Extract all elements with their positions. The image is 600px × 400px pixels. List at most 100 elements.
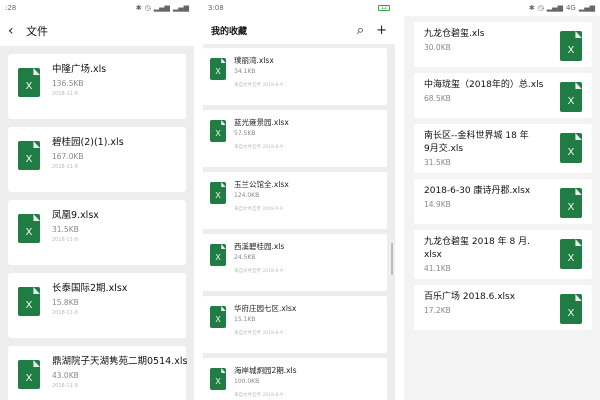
status-time: 3:08 xyxy=(208,4,224,12)
favorite-item[interactable]: X 璞丽湾.xlsx 34.1KB 来自文件互传 2018-6-9 xyxy=(203,48,387,105)
file-list-item[interactable]: 九龙仓碧玺.xls 30.0KB X xyxy=(414,22,592,67)
file-source: 来自文件互传 xyxy=(234,207,261,212)
file-list-item[interactable]: X 中隆广场.xls 136.5KB 2018-11-8 xyxy=(8,54,186,119)
file-info: 九龙仓碧玺 2018 年 8 月. xlsx 41.1KB xyxy=(424,236,530,273)
signal-icon: ▂▄▆ xyxy=(546,4,563,12)
title-bar: ‹ 文件 xyxy=(0,16,194,46)
file-list-item[interactable]: X 碧桂园(2)(1).xls 167.0KB 2018-11-8 xyxy=(8,127,186,192)
file-info: 长泰国际2期.xlsx 15.8KB 2018-11-8 xyxy=(52,280,127,316)
excel-file-icon-letter: X xyxy=(215,315,221,325)
file-list-item[interactable]: 南长区--金科世界城 18 年 9月交.xls 31.5KB X xyxy=(414,124,592,173)
file-info: 璞丽湾.xlsx 34.1KB 来自文件互传 2018-6-9 xyxy=(234,55,283,105)
file-size: 100.0KB xyxy=(234,378,260,385)
file-size: 31.5KB xyxy=(52,225,79,234)
file-info: 鼎湖院子天湖隽苑二期0514.xls 43.0KB 2018-11-8 xyxy=(52,353,187,389)
favorites-screen: 3:08 12 我的收藏 ⌕ + X 璞丽湾.xlsx 34.1KB 来自文件互传 2… xyxy=(203,0,395,400)
file-name: 九龙仓碧玺 2018 年 8 月. xlsx xyxy=(424,236,530,262)
excel-file-icon: X xyxy=(18,360,40,389)
file-name: 中隆广场.xls xyxy=(52,64,107,75)
file-date: 2018-11-8 xyxy=(52,164,78,170)
file-date: 2018-6-9 xyxy=(262,83,283,88)
alarm-icon: ◷ xyxy=(537,4,544,12)
bluetooth-icon: ✱ xyxy=(528,4,535,12)
favorite-item[interactable]: X 蓝光雍景园.xlsx 57.5KB 来自文件互传 2018-6-9 xyxy=(203,110,387,167)
favorite-item[interactable]: X 华府庄园七区.xlsx 15.1KB 来自文件互传 2018-6-9 xyxy=(203,296,387,353)
file-list-item[interactable]: X 鼎湖院子天湖隽苑二期0514.xls 43.0KB 2018-11-8 xyxy=(8,346,187,400)
favorite-item[interactable]: X 西溪碧桂园.xls 24.5KB 来自文件互传 2018-6-9 xyxy=(203,234,387,291)
file-list-item[interactable]: 2018-6-30 康诗丹郡.xlsx 14.9KB X xyxy=(414,179,592,224)
excel-file-icon: X xyxy=(560,82,582,112)
excel-file-icon: X xyxy=(560,239,582,269)
signal-icon: ▂▄▆ xyxy=(153,4,170,12)
excel-file-icon-letter: X xyxy=(567,95,575,107)
excel-file-icon: X xyxy=(18,214,40,243)
file-name-line: 中海珑玺（2018年的）总.xls xyxy=(424,80,544,90)
file-info: 西溪碧桂园.xls 24.5KB 来自文件互传 2018-6-9 xyxy=(234,241,284,291)
favorite-item[interactable]: X 玉兰公馆全.xlsx 124.0KB 来自文件互传 2018-6-9 xyxy=(203,172,387,229)
file-list-item[interactable]: 百乐广场 2018.6.xlsx 17.2KB X xyxy=(414,285,592,330)
file-list-item[interactable]: X 凤凰9.xlsx 31.5KB 2018-11-8 xyxy=(8,200,186,265)
battery-icon: 12 xyxy=(378,5,390,11)
file-list: X 中隆广场.xls 136.5KB 2018-11-8 X 碧桂园(2)(1).xls 1… xyxy=(0,46,194,400)
file-name: 鼎湖院子天湖隽苑二期0514.xls xyxy=(52,356,188,367)
file-meta: 来自文件互传 2018-6-9 xyxy=(234,206,289,212)
title-bar: 我的收藏 ⌕ + xyxy=(203,16,395,44)
file-name: 蓝光雍景园.xlsx xyxy=(234,118,289,127)
file-size: 24.5KB xyxy=(234,254,256,261)
status-bar: ✱ ◷ ▂▄▆ 4G ▂▄▆ xyxy=(404,0,600,16)
excel-file-icon-letter: X xyxy=(567,146,575,158)
file-info: 中海珑玺（2018年的）总.xls 68.5KB xyxy=(424,79,543,112)
file-name-line: 九龙仓碧玺 2018 年 8 月. xyxy=(424,237,530,247)
excel-file-icon: X xyxy=(18,68,40,97)
file-date: 2018-6-9 xyxy=(262,269,283,274)
file-source: 来自文件互传 xyxy=(234,269,261,274)
file-date: 2018-11-8 xyxy=(52,310,78,316)
file-info: 海岸城炯园2期.xls 100.0KB 来自文件互传 2018-6-9 xyxy=(234,365,297,400)
file-name: 长泰国际2期.xlsx xyxy=(52,283,128,294)
file-date: 2018-6-9 xyxy=(262,207,283,212)
file-list-item[interactable]: X 长泰国际2期.xlsx 15.8KB 2018-11-8 xyxy=(8,273,186,338)
file-meta: 来自文件互传 2018-6-9 xyxy=(234,268,284,274)
file-list-item[interactable]: 九龙仓碧玺 2018 年 8 月. xlsx 41.1KB X xyxy=(414,230,592,279)
file-name-line: 百乐广场 2018.6.xlsx xyxy=(424,292,516,302)
excel-file-icon: X xyxy=(560,133,582,163)
file-name: 璞丽湾.xlsx xyxy=(234,56,274,65)
excel-file-icon: X xyxy=(210,182,226,204)
file-name: 西溪碧桂园.xls xyxy=(234,242,285,251)
file-meta: 来自文件互传 2018-6-9 xyxy=(234,392,297,398)
file-info: 中隆广场.xls 136.5KB 2018-11-8 xyxy=(52,61,106,97)
excel-file-icon: X xyxy=(560,31,582,61)
favorite-item[interactable]: X 海岸城炯园2期.xls 100.0KB 来自文件互传 2018-6-9 xyxy=(203,358,387,400)
file-list-screen-1: :28 ✱ ◷ ▂▄▆ ▂▄▆ ‹ 文件 X 中隆广场.xls 136.5KB 201… xyxy=(0,0,194,400)
bluetooth-icon: ✱ xyxy=(135,4,142,12)
file-size: 124.0KB xyxy=(234,192,260,199)
file-list-item[interactable]: 中海珑玺（2018年的）总.xls 68.5KB X xyxy=(414,73,592,118)
file-name-line: 南长区--金科世界城 18 年 xyxy=(424,131,529,141)
file-info: 2018-6-30 康诗丹郡.xlsx 14.9KB xyxy=(424,185,530,218)
file-size: 34.1KB xyxy=(234,68,256,75)
excel-file-icon: X xyxy=(210,368,226,390)
file-name: 华府庄园七区.xlsx xyxy=(234,304,297,313)
excel-file-icon-letter: X xyxy=(567,252,575,264)
signal-icon: ▂▄▆ xyxy=(172,4,189,12)
excel-file-icon: X xyxy=(18,287,40,316)
file-info: 玉兰公馆全.xlsx 124.0KB 来自文件互传 2018-6-9 xyxy=(234,179,289,229)
scrollbar[interactable] xyxy=(391,243,393,275)
plus-icon[interactable]: + xyxy=(376,23,387,38)
file-name: 玉兰公馆全.xlsx xyxy=(234,180,289,189)
alarm-icon: ◷ xyxy=(144,4,151,12)
file-info: 九龙仓碧玺.xls 30.0KB xyxy=(424,28,484,61)
file-size: 31.5KB xyxy=(424,158,451,167)
excel-file-icon-letter: X xyxy=(25,372,33,384)
file-date: 2018-6-9 xyxy=(262,145,283,150)
back-arrow-icon[interactable]: ‹ xyxy=(8,23,22,39)
excel-file-icon: X xyxy=(18,141,40,170)
file-size: 14.9KB xyxy=(424,200,451,209)
search-icon[interactable]: ⌕ xyxy=(357,23,364,38)
file-info: 南长区--金科世界城 18 年 9月交.xls 31.5KB xyxy=(424,130,529,167)
file-source: 来自文件互传 xyxy=(234,145,261,150)
file-source: 来自文件互传 xyxy=(234,331,261,336)
excel-file-icon: X xyxy=(210,244,226,266)
file-name: 中海珑玺（2018年的）总.xls xyxy=(424,79,543,92)
excel-file-icon-letter: X xyxy=(215,191,221,201)
